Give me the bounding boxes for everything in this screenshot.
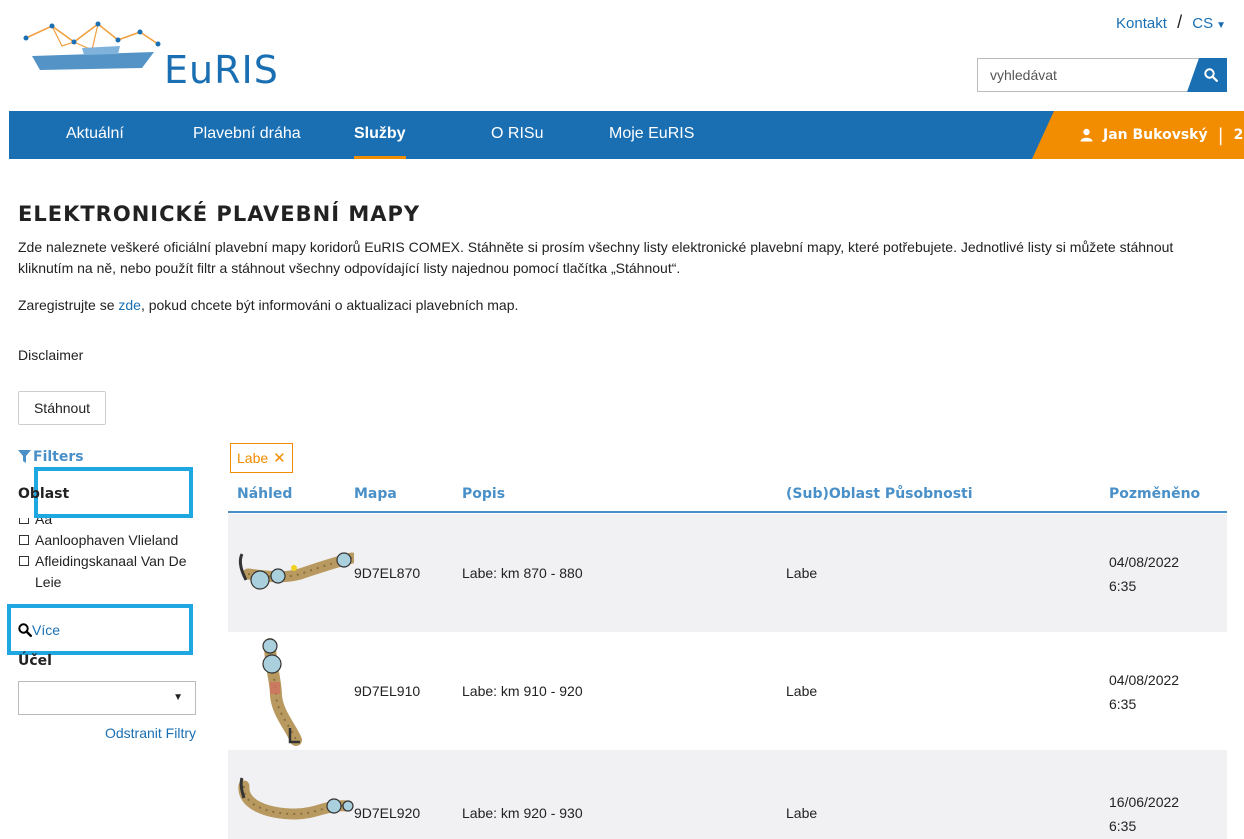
- table-row[interactable]: 9D7EL910 Labe: km 910 - 920 Labe 04/08/2…: [228, 632, 1227, 750]
- register-suffix: , pokud chcete být informováni o aktuali…: [140, 297, 519, 313]
- map-area: Labe: [786, 565, 818, 581]
- map-code[interactable]: 9D7EL920: [354, 805, 420, 821]
- date-value: 04/08/2022: [1109, 672, 1180, 688]
- top-links: Kontakt / CS ▼: [1116, 12, 1226, 33]
- checkbox[interactable]: [19, 535, 29, 545]
- download-button[interactable]: Stáhnout: [18, 391, 106, 425]
- user-icon: [1080, 128, 1093, 142]
- intro-text: Zde naleznete veškeré oficiální plavební…: [18, 239, 1174, 276]
- region-option-afleidingskanaal[interactable]: Afleidingskanaal Van De Leie: [18, 551, 198, 593]
- map-description: Labe: km 920 - 930: [462, 805, 583, 821]
- table-row[interactable]: 9D7EL920 Labe: km 920 - 930 Labe 16/06/2…: [228, 750, 1227, 839]
- tag-label: Labe: [237, 450, 269, 466]
- map-description: Labe: km 870 - 880: [462, 565, 583, 581]
- language-select[interactable]: CS ▼: [1192, 15, 1226, 32]
- map-area: Labe: [786, 683, 818, 699]
- nav-item-aktualni[interactable]: Aktuální: [66, 111, 124, 159]
- modified-date: 16/06/2022 6:35: [1109, 790, 1179, 838]
- col-modified[interactable]: Pozměněno: [1109, 486, 1200, 502]
- region-label: Afleidingskanaal Van De Leie: [35, 553, 187, 590]
- region-option-aa[interactable]: Aa: [18, 518, 198, 530]
- language-label: CS: [1192, 15, 1214, 32]
- user-menu[interactable]: Jan Bukovský | 2: [1032, 111, 1244, 159]
- checkbox[interactable]: [19, 556, 29, 566]
- dropdown-arrow-icon: ▼: [173, 692, 183, 703]
- filters-title: Filters: [18, 449, 84, 465]
- disclaimer-link[interactable]: Disclaimer: [18, 347, 83, 363]
- purpose-filter-label: Účel: [18, 653, 52, 669]
- contact-link[interactable]: Kontakt: [1116, 15, 1167, 32]
- main-nav: Aktuální Plavební dráha Služby O RISu Mo…: [9, 111, 1244, 159]
- nav-item-plavebni-draha[interactable]: Plavební dráha: [193, 111, 301, 159]
- search-bar: [977, 58, 1227, 92]
- user-name: Jan Bukovský: [1103, 127, 1208, 143]
- ship-network-icon: [23, 21, 161, 70]
- register-prefix: Zaregistrujte se: [18, 297, 119, 313]
- map-thumbnail[interactable]: [256, 636, 316, 748]
- region-option-aanloophaven-vlieland[interactable]: Aanloophaven Vlieland: [18, 530, 198, 551]
- search-input[interactable]: [977, 58, 1202, 92]
- col-area[interactable]: (Sub)Oblast Působnosti: [786, 486, 973, 502]
- checkbox[interactable]: [19, 518, 29, 524]
- modified-date: 04/08/2022 6:35: [1109, 668, 1179, 716]
- table-header: Náhled Mapa Popis (Sub)Oblast Působnosti…: [228, 484, 1227, 513]
- table-row[interactable]: 9D7EL870 Labe: km 870 - 880 Labe 04/08/2…: [228, 514, 1227, 632]
- register-link[interactable]: zde: [118, 297, 141, 313]
- time-value: 6:35: [1109, 818, 1137, 834]
- more-regions-link[interactable]: Více: [18, 622, 60, 638]
- filters-title-label: Filters: [33, 449, 84, 465]
- region-filter-label: Oblast: [18, 486, 70, 502]
- nav-item-moje-euris[interactable]: Moje EuRIS: [609, 111, 694, 159]
- header: EuRIS Kontakt / CS ▼: [0, 0, 1244, 111]
- more-label: Více: [32, 622, 61, 638]
- register-text: Zaregistrujte se zde, pokud chcete být i…: [18, 297, 518, 313]
- logo-text: EuRIS: [164, 48, 279, 92]
- date-value: 04/08/2022: [1109, 554, 1180, 570]
- date-value: 16/06/2022: [1109, 794, 1180, 810]
- map-code[interactable]: 9D7EL910: [354, 683, 420, 699]
- page-title: ELEKTRONICKÉ PLAVEBNÍ MAPY: [18, 202, 421, 226]
- map-thumbnail[interactable]: [236, 546, 354, 596]
- nav-item-o-risu[interactable]: O RISu: [491, 111, 543, 159]
- col-map[interactable]: Mapa: [354, 486, 397, 502]
- active-filter-tag[interactable]: Labe ✕: [230, 443, 293, 473]
- remove-filters-link[interactable]: Odstranit Filtry: [105, 725, 196, 741]
- map-code[interactable]: 9D7EL870: [354, 565, 420, 581]
- separator: /: [1177, 12, 1183, 32]
- time-value: 6:35: [1109, 696, 1137, 712]
- time-value: 6:35: [1109, 578, 1137, 594]
- filter-icon: [18, 450, 31, 463]
- magnifier-icon: [18, 623, 32, 637]
- modified-date: 04/08/2022 6:35: [1109, 550, 1179, 598]
- col-description[interactable]: Popis: [462, 486, 505, 502]
- map-description: Labe: km 910 - 920: [462, 683, 583, 699]
- region-label: Aanloophaven Vlieland: [35, 532, 179, 548]
- close-icon[interactable]: ✕: [273, 449, 286, 467]
- divider: |: [1217, 124, 1224, 146]
- nav-item-sluzby[interactable]: Služby: [354, 111, 406, 159]
- purpose-select[interactable]: ▼: [18, 681, 196, 715]
- map-thumbnail[interactable]: [236, 774, 354, 830]
- search-icon: [1204, 68, 1218, 82]
- col-preview[interactable]: Náhled: [237, 486, 292, 502]
- caret-down-icon: ▼: [1216, 20, 1226, 31]
- notification-count: 2: [1233, 127, 1244, 143]
- region-label: Aa: [35, 518, 53, 527]
- map-area: Labe: [786, 805, 818, 821]
